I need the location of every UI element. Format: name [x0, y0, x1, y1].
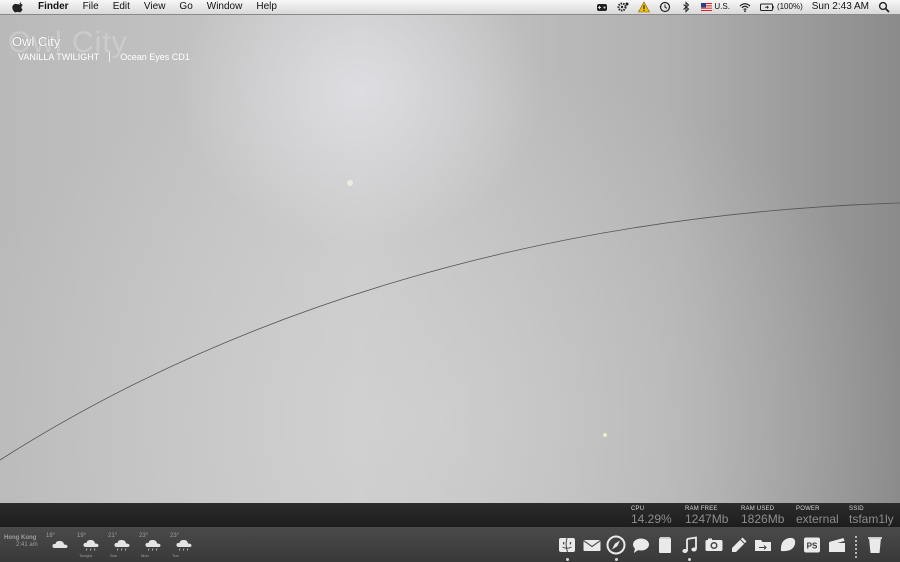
- dock-item-photoshop[interactable]: PS: [800, 533, 825, 561]
- stat-ram-free: RAM FREE 1247Mb: [685, 506, 728, 525]
- forecast-day: 23° Tue: [170, 533, 196, 561]
- wallpaper-curve: [0, 180, 900, 461]
- now-playing-track: VANILLA TWILIGHT: [18, 52, 100, 62]
- now-playing-artist: Owl City: [12, 34, 61, 49]
- photoshop-label: PS: [807, 542, 818, 551]
- us-flag-icon: [701, 3, 713, 11]
- cloud-icon: [52, 540, 68, 548]
- menu-edit[interactable]: Edit: [113, 0, 130, 14]
- forecast-day: 23° Mon: [139, 533, 165, 561]
- photo-icon: [705, 538, 723, 551]
- wifi-icon[interactable]: [739, 1, 751, 13]
- stat-cpu: CPU 14.29%: [631, 506, 672, 525]
- dock-item-notes[interactable]: [653, 533, 678, 561]
- rain-cloud-icon: [114, 539, 130, 551]
- leaf-icon: [780, 537, 795, 552]
- dock-item-ichat[interactable]: [629, 533, 654, 561]
- battery-menu[interactable]: (100%): [759, 0, 803, 14]
- stat-power: POWER external: [796, 506, 839, 525]
- forecast-day-label: Mon: [141, 553, 149, 558]
- stat-value: 1247Mb: [685, 512, 729, 526]
- forecast-day: 21° Sun: [108, 533, 134, 561]
- rain-cloud-icon: [145, 539, 161, 551]
- rain-cloud-icon: [176, 539, 192, 551]
- apple-menu-icon[interactable]: [12, 1, 24, 13]
- spotlight-search-icon[interactable]: [878, 1, 890, 13]
- dock-separator: [849, 533, 863, 561]
- stat-ram-used: RAM USED 1826Mb: [741, 506, 784, 525]
- photoshop-icon: PS: [804, 537, 821, 553]
- weather-city: Hong Kong: [4, 535, 37, 541]
- dock-item-safari[interactable]: [604, 533, 629, 561]
- stat-value: 14.29%: [631, 512, 672, 526]
- dock: PS: [555, 533, 888, 561]
- now-playing-widget: Owl City Owl City VANILLA TWILIGHT Ocean…: [8, 26, 190, 62]
- system-stats-bar: CPU 14.29% RAM FREE 1247Mb RAM USED 1826…: [0, 503, 900, 527]
- itunes-music-icon: [682, 536, 697, 553]
- dock-item-photo[interactable]: [702, 533, 727, 561]
- trash-icon: [868, 537, 883, 553]
- menu-bar: Finder File Edit View Go Window Help U.S…: [0, 0, 900, 15]
- stat-value: external: [796, 512, 839, 526]
- forecast-day: 19° Tonight: [77, 533, 103, 561]
- stat-value: 1826Mb: [741, 512, 785, 526]
- ichat-bubble-icon: [632, 538, 649, 553]
- forecast-day-label: Tue: [172, 553, 179, 558]
- weather-time: 2:41 am: [16, 542, 38, 548]
- running-indicator: [614, 558, 618, 561]
- menu-app-name[interactable]: Finder: [38, 0, 69, 14]
- stat-value: tsfam1ly: [849, 512, 894, 526]
- menu-view[interactable]: View: [144, 0, 166, 14]
- desktop-wallpaper: [0, 0, 900, 503]
- menu-window[interactable]: Window: [207, 0, 243, 14]
- finder-icon: [559, 537, 576, 553]
- gears-icon[interactable]: [617, 1, 629, 13]
- dock-bar: Hong Kong 2:41 am 18° 19° Tonight 21° Su…: [0, 527, 900, 562]
- dock-item-mail[interactable]: [580, 533, 605, 561]
- now-playing-album: Ocean Eyes CD1: [120, 52, 190, 62]
- dock-item-trash[interactable]: [863, 533, 888, 561]
- dock-item-clapper[interactable]: [825, 533, 850, 561]
- pencil-icon: [731, 537, 747, 552]
- menubar-clock[interactable]: Sun 2:43 AM: [812, 0, 869, 14]
- running-indicator: [688, 558, 692, 561]
- mail-icon: [582, 540, 601, 551]
- dock-item-folder[interactable]: [751, 533, 776, 561]
- forecast-day-label: Sun: [110, 553, 118, 558]
- input-source-menu[interactable]: U.S.: [701, 0, 730, 14]
- dock-item-finder[interactable]: [555, 533, 580, 561]
- warning-icon[interactable]: [638, 1, 651, 13]
- dock-item-leaf[interactable]: [776, 533, 801, 561]
- now-playing-divider: [109, 52, 111, 62]
- clapper-icon: [828, 538, 845, 552]
- separator-icon: [855, 536, 857, 558]
- bluetooth-icon[interactable]: [680, 1, 692, 13]
- running-indicator: [565, 558, 569, 561]
- menu-file[interactable]: File: [83, 0, 99, 14]
- rain-cloud-icon: [83, 539, 99, 551]
- battery-percent: (100%): [776, 2, 803, 11]
- notes-icon: [659, 537, 672, 553]
- battery-icon: [759, 3, 774, 11]
- forecast-day-label: Tonight: [79, 553, 92, 558]
- menu-help[interactable]: Help: [256, 0, 277, 14]
- input-source-label: U.S.: [714, 2, 730, 11]
- stat-ssid: SSID tsfam1ly: [849, 506, 894, 525]
- safari-compass-icon: [606, 535, 626, 555]
- dock-item-pencil[interactable]: [727, 533, 752, 561]
- folder-icon: [755, 540, 772, 551]
- gamepad-icon[interactable]: [596, 1, 608, 13]
- dock-item-itunes[interactable]: [678, 533, 703, 561]
- forecast-day: 18°: [46, 533, 72, 561]
- time-machine-icon[interactable]: [659, 1, 671, 13]
- menu-go[interactable]: Go: [179, 0, 192, 14]
